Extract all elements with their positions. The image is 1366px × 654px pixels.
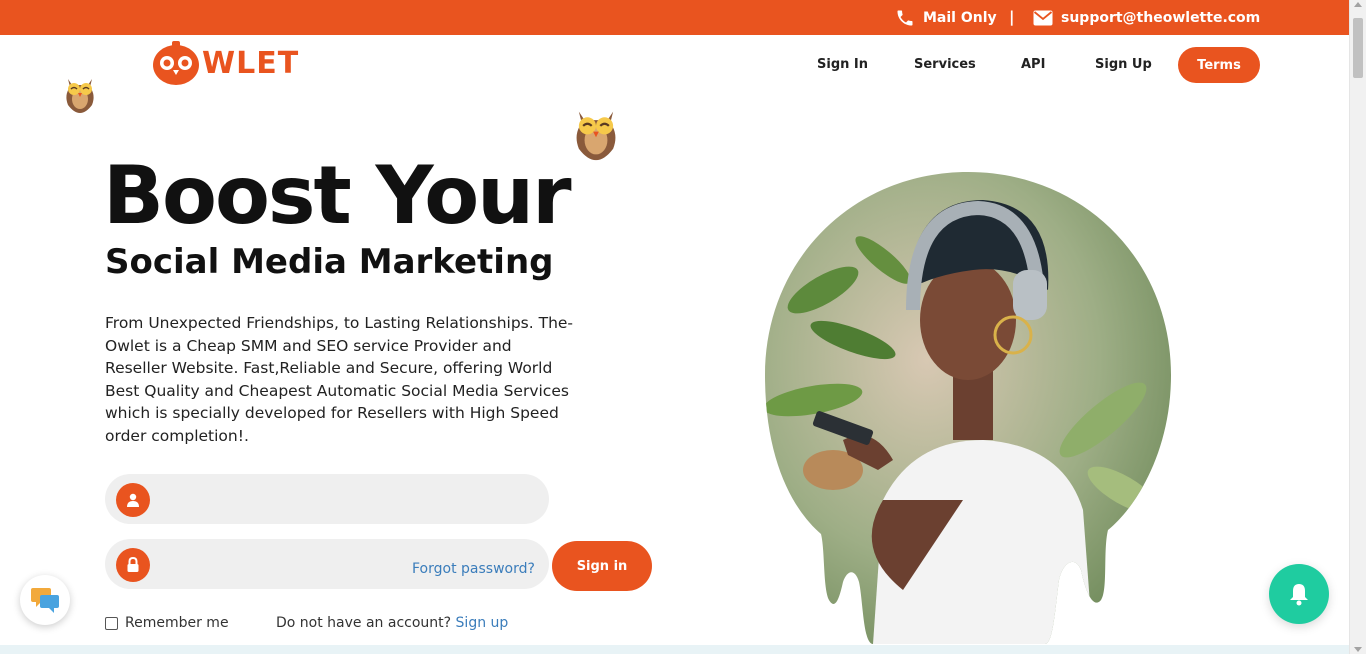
nav-api[interactable]: API: [1021, 57, 1045, 72]
page: Mail Only | support@theowlette.com WLET …: [0, 0, 1366, 654]
nav-sign-in[interactable]: Sign In: [817, 57, 868, 72]
chat-widget-button[interactable]: [20, 575, 70, 625]
sign-up-link[interactable]: Sign up: [456, 615, 509, 631]
topbar-separator: |: [1009, 8, 1015, 26]
contact-phone-text: Mail Only: [923, 9, 997, 26]
terms-button[interactable]: Terms: [1178, 47, 1260, 83]
contact-email-text: support@theowlette.com: [1061, 9, 1261, 26]
nav-sign-up[interactable]: Sign Up: [1095, 57, 1152, 72]
owl-logo-icon: [153, 41, 199, 85]
password-input[interactable]: [161, 549, 401, 579]
contact-phone[interactable]: Mail Only: [895, 0, 997, 35]
owl-mascot-icon: [66, 79, 94, 113]
user-icon: [116, 483, 150, 517]
top-contact-bar: Mail Only | support@theowlette.com: [0, 0, 1349, 35]
remember-me-label: Remember me: [125, 615, 229, 631]
signup-prompt-text: Do not have an account?: [276, 615, 452, 631]
forgot-password-link[interactable]: Forgot password?: [412, 561, 535, 577]
hero-title: Boost Your: [103, 149, 572, 242]
hero-description: From Unexpected Friendships, to Lasting …: [105, 314, 574, 445]
owl-mascot-icon: [576, 111, 616, 161]
bottom-strip: [0, 645, 1349, 654]
remember-me[interactable]: Remember me: [105, 615, 229, 631]
bell-icon: [1290, 584, 1308, 606]
envelope-icon: [1033, 10, 1053, 25]
page-scrollbar[interactable]: [1349, 0, 1366, 654]
username-field: [105, 474, 549, 524]
logo-text: WLET: [202, 45, 300, 81]
sign-in-button[interactable]: Sign in: [552, 541, 652, 591]
site-logo[interactable]: WLET: [152, 40, 299, 86]
scrollbar-thumb[interactable]: [1353, 18, 1363, 78]
contact-email[interactable]: support@theowlette.com: [1033, 0, 1260, 35]
hero-image: [765, 172, 1171, 644]
chat-bubbles-icon: [31, 588, 59, 613]
signup-prompt: Do not have an account? Sign up: [276, 615, 508, 631]
nav-services[interactable]: Services: [914, 57, 976, 72]
scroll-down-arrow-icon[interactable]: [1354, 647, 1362, 652]
notification-bell-button[interactable]: [1269, 564, 1329, 624]
username-input[interactable]: [161, 484, 401, 514]
lock-icon: [116, 548, 150, 582]
remember-me-checkbox[interactable]: [105, 616, 118, 630]
phone-icon: [897, 10, 913, 25]
hero-subtitle: Social Media Marketing: [105, 242, 554, 282]
scroll-up-arrow-icon[interactable]: [1354, 2, 1362, 7]
